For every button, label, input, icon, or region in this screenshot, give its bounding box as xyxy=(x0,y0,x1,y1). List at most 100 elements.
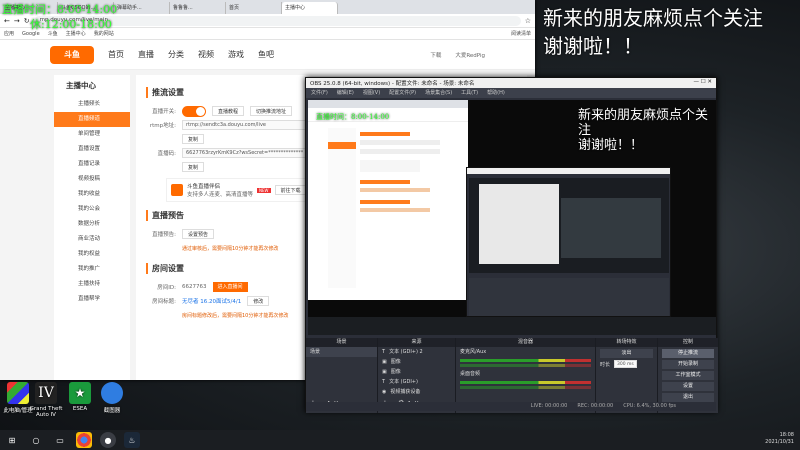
bookmark[interactable]: 阅读清单 xyxy=(511,30,531,37)
desktop-icon[interactable]: 截图器 xyxy=(94,382,130,414)
rec-status: REC: 00:00:00 xyxy=(577,403,614,409)
obs-preview[interactable]: 新来的朋友麻烦点个关注 谢谢啦！！ 直播时间：8:00-14:00 xyxy=(308,100,716,335)
stop-streaming-button[interactable]: 停止推流 xyxy=(662,349,714,358)
rtmp-field[interactable]: rtmp://sendtc3a.douyu.com/live xyxy=(182,120,322,130)
menu-item[interactable]: 场景集合(S) xyxy=(425,89,452,97)
room-id-label: 房间ID: xyxy=(157,285,176,291)
desktop-icon[interactable]: ★ ESEA xyxy=(62,382,98,412)
sidebar-item-active[interactable]: 直播频道 xyxy=(54,112,130,127)
tutorial-button[interactable]: 直播教程 xyxy=(212,106,245,116)
obs-statusbar: LIVE: 00:00:00 REC: 00:00:00 CPU: 6.4%, … xyxy=(306,402,716,411)
sidebar-item[interactable]: 直播设置 xyxy=(54,142,130,157)
menu-item[interactable]: 帮助(H) xyxy=(487,89,505,97)
sidebar-item[interactable]: 单间管理 xyxy=(54,127,130,142)
cpu-status: CPU: 6.4%, 30.00 fps xyxy=(623,403,676,409)
bookmark[interactable]: 应用 xyxy=(4,30,14,37)
copy-button[interactable]: 复制 xyxy=(182,134,205,144)
desktop-icon[interactable]: IV Grand Theft Auto IV xyxy=(28,382,64,418)
nav-item[interactable]: 分类 xyxy=(168,49,184,60)
settings-button[interactable]: 设置 xyxy=(662,382,714,391)
user-name[interactable]: 大爱RedPig xyxy=(455,51,485,59)
download-link[interactable]: 下载 xyxy=(430,51,441,59)
stream-toggle[interactable] xyxy=(182,105,206,117)
window-controls[interactable]: — ☐ ✕ xyxy=(693,79,712,87)
windows-start-icon[interactable]: ⊞ xyxy=(4,432,20,448)
sidebar-item[interactable]: 主播扶持 xyxy=(54,277,130,292)
browser-tab[interactable]: 鲁鲁鲁... xyxy=(170,2,226,14)
forward-icon[interactable]: → xyxy=(14,17,20,25)
switch-address-button[interactable]: 切换推流地址 xyxy=(250,106,293,116)
sidebar-item[interactable]: 我的权益 xyxy=(54,247,130,262)
transition-select[interactable]: 淡出 xyxy=(600,349,653,358)
menu-item[interactable]: 编辑(E) xyxy=(337,89,354,97)
set-preview-button[interactable]: 设置预告 xyxy=(182,229,215,239)
follow-banner: 新来的朋友麻烦点个关注 谢谢啦！！ xyxy=(543,4,798,60)
follow-banner-line2: 谢谢啦！！ xyxy=(543,34,643,58)
copy-button[interactable]: 复制 xyxy=(182,162,205,172)
sidebar-item[interactable]: 主播频长 xyxy=(54,97,130,112)
source-item[interactable]: ▣ 图像 xyxy=(378,357,455,367)
scene-item[interactable]: 场景 xyxy=(306,347,377,357)
duration-field[interactable]: 300 ms xyxy=(614,360,637,368)
sidebar-item[interactable]: 我的公会 xyxy=(54,202,130,217)
sidebar-item[interactable]: 我的推广 xyxy=(54,262,130,277)
exit-button[interactable]: 退出 xyxy=(662,393,714,402)
system-tray[interactable]: 18:08 2021/10/31 xyxy=(765,432,794,446)
preview-taskbar-mirror xyxy=(308,317,716,335)
browser-tab[interactable]: 弹幕助手... xyxy=(114,2,170,14)
star-icon[interactable]: ☆ xyxy=(525,17,531,25)
start-recording-button[interactable]: 开始录制 xyxy=(662,360,714,369)
sidebar-item[interactable]: 数据分析 xyxy=(54,217,130,232)
duration-label: 时长 xyxy=(600,362,611,368)
volume-meter xyxy=(460,381,591,384)
steam-icon[interactable]: ♨ xyxy=(124,432,140,448)
nav-item[interactable]: 首页 xyxy=(108,49,124,60)
sidebar-item[interactable]: 直播记录 xyxy=(54,157,130,172)
nav-item[interactable]: 直播 xyxy=(138,49,154,60)
room-id: 6627763 xyxy=(182,284,207,290)
chrome-icon[interactable] xyxy=(76,432,92,448)
tool-desc: 支持多人连麦、高清直播等 xyxy=(187,192,254,198)
back-icon[interactable]: ← xyxy=(4,17,10,25)
obs-window: OBS 25.0.8 (64-bit, windows) - 配置文件: 未命名… xyxy=(305,77,718,413)
enter-room-button[interactable]: 进入直播间 xyxy=(212,282,248,292)
menu-item[interactable]: 文件(F) xyxy=(311,89,328,97)
menu-item[interactable]: 工具(T) xyxy=(461,89,478,97)
menu-item[interactable]: 视图(V) xyxy=(363,89,380,97)
source-item[interactable]: T 文本 (GDI+) 2 xyxy=(378,347,455,357)
dock-title: 场景 xyxy=(306,338,377,347)
obs-taskbar-icon[interactable]: ● xyxy=(100,432,116,448)
sidebar-item[interactable]: 直播帮学 xyxy=(54,292,130,307)
nav-item[interactable]: 游戏 xyxy=(228,49,244,60)
studio-mode-button[interactable]: 工作室模式 xyxy=(662,371,714,380)
sidebar-item[interactable]: 商业活动 xyxy=(54,232,130,247)
douyu-header: 斗鱼 首页 直播 分类 视频 游戏 鱼吧 下载 大爱RedPig xyxy=(0,40,535,70)
dock-title: 控制 xyxy=(658,338,718,347)
source-item[interactable]: ▣ 图像 xyxy=(378,367,455,377)
browser-tab-active[interactable]: 主播中心 xyxy=(282,2,338,14)
douyu-logo[interactable]: 斗鱼 xyxy=(50,45,94,64)
new-badge: NEW xyxy=(257,187,271,193)
sidebar-item[interactable]: 我的收益 xyxy=(54,187,130,202)
mixer-channel-label: 麦克风/Aux xyxy=(460,349,487,355)
room-title-warning: 房间标题修改后，需要间隔10分钟才能再次修改 xyxy=(182,312,289,319)
stream-key-label: 直播码: xyxy=(157,151,176,157)
preview-browser-mirror xyxy=(308,100,468,300)
nav-item[interactable]: 视频 xyxy=(198,49,214,60)
reload-icon[interactable]: ↻ xyxy=(24,17,30,25)
dock-title: 混音器 xyxy=(456,338,595,347)
download-button[interactable]: 前往下载 xyxy=(274,185,307,195)
task-view-icon[interactable]: ▭ xyxy=(52,432,68,448)
nav-item[interactable]: 鱼吧 xyxy=(258,49,274,60)
rest-time-overlay: 休:12:00-18:00 xyxy=(30,18,112,31)
volume-meter xyxy=(460,386,591,389)
source-item[interactable]: ◉ 视频捕获设备 xyxy=(378,387,455,397)
source-item[interactable]: T 文本 (GDI+) xyxy=(378,377,455,387)
search-icon[interactable]: ○ xyxy=(28,432,44,448)
sidebar-item[interactable]: 视频投稿 xyxy=(54,172,130,187)
mixer-channel-label: 桌面音频 xyxy=(460,371,481,377)
menu-item[interactable]: 配置文件(P) xyxy=(389,89,416,97)
browser-tab[interactable]: 首页 xyxy=(226,2,282,14)
edit-title-button[interactable]: 修改 xyxy=(247,296,270,306)
sidebar-title: 主播中心 xyxy=(66,81,96,90)
